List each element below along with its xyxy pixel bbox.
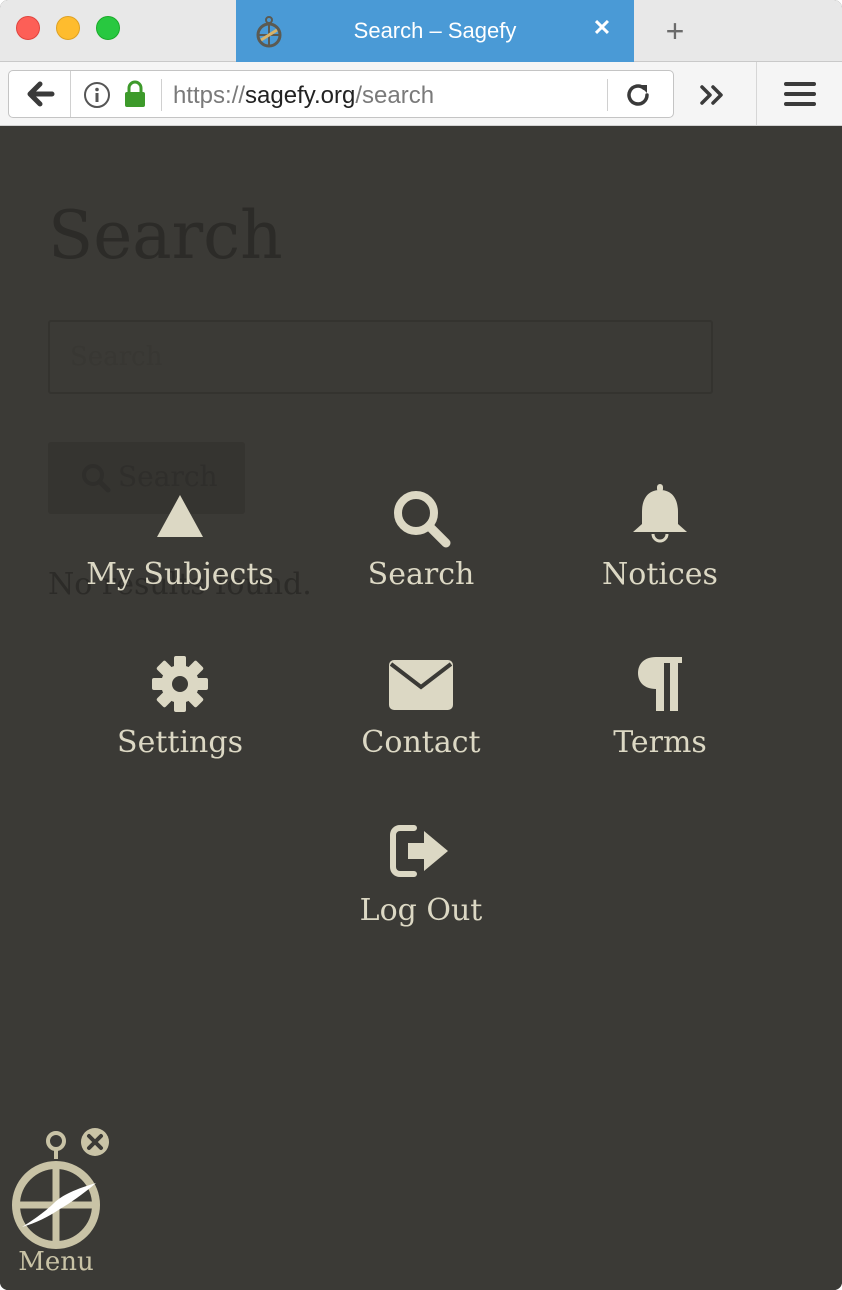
zoom-window-button[interactable] (96, 16, 120, 40)
back-arrow-icon (27, 81, 55, 107)
url-scheme: https:// (173, 82, 246, 109)
nav-separator (756, 62, 757, 126)
search-icon (394, 491, 451, 548)
reload-icon[interactable] (623, 80, 653, 110)
new-tab-button[interactable]: + (660, 14, 690, 48)
browser-window: Search – Sagefy ✕ + https://sagefy.org/s (0, 0, 842, 1290)
menu-toggle-button[interactable]: Menu (8, 1127, 110, 1282)
url-divider (607, 79, 608, 111)
close-icon[interactable] (80, 1127, 110, 1157)
envelope-icon (389, 660, 453, 710)
menu-item-label: Contact (361, 725, 481, 760)
search-input: Search (48, 320, 713, 394)
back-button[interactable] (9, 71, 71, 117)
page-title: Search (48, 197, 283, 274)
close-window-button[interactable] (16, 16, 40, 40)
url-path: /search (355, 82, 435, 109)
tab-close-icon[interactable]: ✕ (590, 16, 614, 40)
url-bar[interactable]: https://sagefy.org/search (8, 70, 674, 118)
bell-icon (633, 484, 687, 543)
menu-item-label: Terms (613, 725, 707, 760)
menu-item-label: Log Out (359, 893, 483, 928)
tab-title: Search – Sagefy (353, 18, 517, 43)
active-tab[interactable]: Search – Sagefy ✕ (236, 0, 634, 62)
menu-item-search[interactable]: Search (301, 487, 541, 627)
menu-item-label: Settings (117, 725, 243, 760)
navigation-bar: https://sagefy.org/search (0, 62, 842, 126)
menu-item-my-subjects[interactable]: My Subjects (60, 487, 300, 627)
menu-toggle-label: Menu (18, 1247, 94, 1277)
tab-bar: Search – Sagefy ✕ + (0, 0, 842, 62)
menu-item-terms[interactable]: Terms (540, 655, 780, 795)
url-text[interactable]: https://sagefy.org/search (173, 82, 434, 110)
pilcrow-icon (638, 657, 682, 711)
info-icon[interactable] (83, 81, 111, 109)
menu-item-label: Search (367, 557, 475, 592)
gear-icon (152, 656, 208, 712)
lock-icon (125, 80, 145, 107)
triangle-up-icon (157, 495, 203, 537)
menu-item-settings[interactable]: Settings (60, 655, 300, 795)
menu-item-notices[interactable]: Notices (540, 484, 780, 627)
sign-out-icon (390, 825, 448, 877)
menu-item-contact[interactable]: Contact (301, 655, 541, 795)
url-divider (161, 79, 162, 111)
menu-item-label: Notices (602, 557, 718, 592)
hamburger-menu-icon[interactable] (782, 80, 818, 108)
minimize-window-button[interactable] (56, 16, 80, 40)
menu-item-label: My Subjects (86, 557, 274, 592)
overflow-chevrons-icon[interactable] (698, 82, 728, 108)
menu-item-log-out[interactable]: Log Out (301, 823, 541, 963)
search-placeholder: Search (70, 342, 163, 372)
page-content: Search Search Search No results found. M… (0, 127, 842, 1290)
url-host: sagefy.org (245, 82, 356, 109)
